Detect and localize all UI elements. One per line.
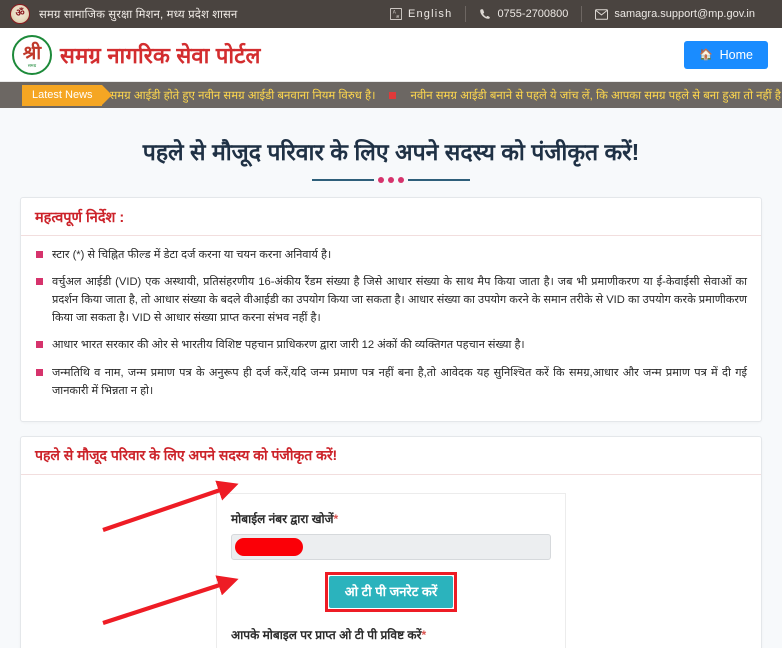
logo-glyph: श्री (22, 42, 42, 64)
app-root: ॐ समग्र सामाजिक सुरक्षा मिशन, मध्य प्रदे… (0, 0, 782, 648)
phone-number: 0755-2700800 (497, 8, 569, 20)
list-item: आधार भारत सरकार की ओर से भारतीय विशिष्ट … (35, 336, 747, 354)
portal-title: समग्र नागरिक सेवा पोर्टल (60, 42, 261, 68)
otp-label-text: आपके मोबाइल पर प्राप्त ओ टी पी प्रविष्ट … (231, 628, 422, 643)
required-marker: * (333, 511, 339, 526)
news-item[interactable]: समग्र आईडी होते हुए नवीन समग्र आईडी बनवा… (110, 88, 376, 103)
mobile-number-label: मोबाईल नंबर द्वारा खोजें* (231, 510, 551, 527)
instructions-card: महत्वपूर्ण निर्देश : स्टार (*) से चिह्नि… (20, 196, 762, 422)
email-address: samagra.support@mp.gov.in (614, 8, 755, 20)
divider-dot (398, 176, 404, 183)
top-utility-links: A अ English 0755-2700800 samagra.support… (377, 0, 768, 28)
translate-icon: A अ (389, 8, 402, 20)
mobile-number-label-text: मोबाईल नंबर द्वारा खोजें (231, 511, 334, 526)
divider-dot (378, 176, 384, 183)
otp-label: आपके मोबाइल पर प्राप्त ओ टी पी प्रविष्ट … (231, 626, 551, 643)
mobile-number-redaction-overlay (235, 537, 303, 556)
news-separator-bullet (389, 91, 397, 99)
helpline-phone[interactable]: 0755-2700800 (465, 6, 581, 22)
language-switcher[interactable]: A अ English (377, 6, 465, 22)
logo-subtext: समग्र (27, 62, 37, 68)
home-button[interactable]: 🏠 Home (683, 40, 768, 69)
news-ticker-track: समग्र आईडी होते हुए नवीन समग्र आईडी बनवा… (110, 88, 782, 103)
generate-otp-highlight: ओ टी पी जनरेट करें (324, 571, 458, 613)
form-panel: मोबाईल नंबर द्वारा खोजें* ओ टी पी जनरेट … (216, 492, 566, 648)
divider-bar-left (312, 178, 374, 181)
list-item: स्टार (*) से चिह्नित फील्ड में डेटा दर्ज… (35, 246, 747, 264)
required-marker: * (421, 628, 427, 643)
home-button-label: Home (719, 47, 753, 62)
svg-text:अ: अ (396, 15, 400, 20)
support-email[interactable]: samagra.support@mp.gov.in (581, 6, 768, 22)
language-label: English (407, 8, 453, 20)
phone-icon (479, 8, 491, 20)
instructions-card-title: महत्वपूर्ण निर्देश : (21, 198, 761, 236)
home-icon: 🏠 (698, 49, 713, 61)
registration-form-card: पहले से मौजूद परिवार के लिए अपने सदस्य क… (20, 435, 762, 648)
latest-news-tag: Latest News (22, 84, 112, 106)
instructions-list: स्टार (*) से चिह्नित फील्ड में डेटा दर्ज… (35, 246, 747, 400)
divider-dot (388, 176, 394, 183)
site-header: श्री समग्र समग्र नागरिक सेवा पोर्टल 🏠 Ho… (0, 28, 782, 82)
emblem-glyph: ॐ (15, 8, 25, 19)
envelope-icon (595, 8, 609, 20)
divider-bar-right (408, 178, 470, 181)
list-item: वर्चुअल आईडी (VID) एक अस्थायी, प्रतिसंहर… (35, 273, 747, 327)
portal-logo: श्री समग्र (12, 34, 52, 75)
government-emblem-icon: ॐ (10, 4, 30, 24)
news-ticker-bar: Latest News समग्र आईडी होते हुए नवीन समग… (0, 82, 782, 108)
page-content: पहले से मौजूद परिवार के लिए अपने सदस्य क… (0, 108, 782, 648)
list-item: जन्मतिथि व नाम, जन्म प्रमाण पत्र के अनुर… (35, 364, 747, 400)
news-item[interactable]: नवीन समग्र आईडी बनाने से पहले ये जांच ले… (410, 88, 782, 103)
mission-title: समग्र सामाजिक सुरक्षा मिशन, मध्य प्रदेश … (39, 8, 238, 21)
page-title: पहले से मौजूद परिवार के लिए अपने सदस्य क… (142, 139, 640, 165)
title-divider (0, 176, 782, 183)
top-utility-bar: ॐ समग्र सामाजिक सुरक्षा मिशन, मध्य प्रदे… (0, 0, 782, 28)
generate-otp-button[interactable]: ओ टी पी जनरेट करें (328, 575, 454, 609)
form-card-title: पहले से मौजूद परिवार के लिए अपने सदस्य क… (21, 437, 761, 475)
